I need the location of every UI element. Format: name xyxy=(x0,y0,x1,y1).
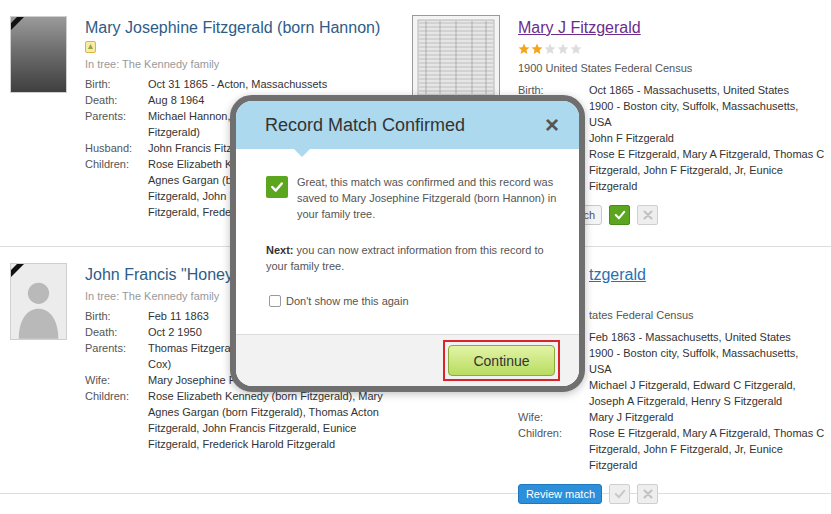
field-value: Thomas FitzgeraldCox) xyxy=(148,340,239,372)
field-value: Rose E Fitzgerald, Mary A Fitzgerald, Th… xyxy=(589,425,824,473)
dont-show-checkbox[interactable] xyxy=(269,295,281,307)
reject-match-button[interactable] xyxy=(637,205,658,225)
reject-match-button[interactable] xyxy=(637,484,658,504)
field-value: Oct 1865 - Massachusetts, United States xyxy=(589,82,789,98)
field-label: Wife: xyxy=(85,372,148,388)
field-value: Mary J Fitzgerald xyxy=(589,409,673,425)
profile-field: Birth:Oct 31 1865 - Acton, Massachussets xyxy=(85,76,327,92)
record-source: tates Federal Census xyxy=(589,307,694,323)
field-label: Children: xyxy=(85,388,148,404)
star-icon xyxy=(544,43,556,55)
field-label: Birth: xyxy=(85,76,148,92)
profile-name[interactable]: Mary Josephine Fitzgerald (born Hannon) xyxy=(85,18,380,38)
field-value: Oct 31 1865 - Acton, Massachussets xyxy=(148,76,327,92)
field-value: 1900 - Boston city, Suffolk, Massachuset… xyxy=(589,98,798,130)
field-value: Aug 8 1964 xyxy=(148,92,204,108)
deceased-ribbon-icon xyxy=(11,264,29,282)
success-check-icon xyxy=(266,176,288,198)
field-value: Rose Elizabeth KeAgnes Gargan (borFitzge… xyxy=(148,156,242,220)
star-icon xyxy=(557,43,569,55)
field-label: Parents: xyxy=(85,340,148,356)
tree-name: In tree: The Kennedy family xyxy=(85,56,219,72)
profile-field: Children:Rose Elizabeth Kennedy (born Fi… xyxy=(85,388,383,452)
field-value: Oct 2 1950 xyxy=(148,324,202,340)
profile-name[interactable]: John Francis "Honey xyxy=(85,265,233,285)
match-actions: Review match xyxy=(518,484,658,504)
dialog-title: Record Match Confirmed xyxy=(265,115,465,136)
check-icon xyxy=(613,208,627,222)
continue-button[interactable]: Continue xyxy=(448,345,555,376)
dialog-message: Great, this match was confirmed and this… xyxy=(297,174,561,222)
field-label: Children: xyxy=(85,156,148,172)
record-title-link[interactable]: tzgerald xyxy=(589,265,646,285)
review-match-button[interactable]: Review match xyxy=(518,484,602,504)
dialog-footer: Continue xyxy=(236,334,579,386)
field-value: Mary Josephine F xyxy=(148,372,235,388)
dont-show-option[interactable]: Don't show me this again xyxy=(269,294,561,308)
close-button[interactable]: × xyxy=(541,113,563,137)
field-value: Rose Elizabeth Kennedy (born Fitzgerald)… xyxy=(148,388,383,452)
field-label: Husband: xyxy=(85,140,148,156)
record-matches-page: Mary Josephine Fitzgerald (born Hannon) I… xyxy=(0,0,831,514)
field-value: Feb 1863 - Massachusetts, United States xyxy=(589,329,791,345)
record-title-link[interactable]: Mary J Fitzgerald xyxy=(518,18,641,38)
field-value: Rose E Fitzgerald, Mary A Fitzgerald, Th… xyxy=(589,146,824,194)
profile-photo xyxy=(10,16,67,93)
field-value: Feb 11 1863 xyxy=(148,308,209,324)
tree-name: In tree: The Kennedy family xyxy=(85,288,219,304)
continue-highlight: Continue xyxy=(443,340,560,381)
match-confirmed-dialog: Record Match Confirmed × Great, this match… xyxy=(230,95,585,392)
field-value: John Francis Fitz xyxy=(148,140,232,156)
field-label: Death: xyxy=(85,92,148,108)
dialog-body: Great, this match was confirmed and this… xyxy=(236,149,579,334)
star-icon xyxy=(518,43,530,55)
next-hint: Next: you can now extract information fr… xyxy=(266,242,561,274)
census-document-icon[interactable] xyxy=(412,15,500,100)
silhouette-icon xyxy=(11,264,66,339)
field-value: 1900 - Boston city, Suffolk, Massachuset… xyxy=(589,345,798,377)
field-value: John F Fitzgerald xyxy=(589,130,674,146)
record-source: 1900 United States Federal Census xyxy=(518,60,692,76)
star-icon xyxy=(531,43,543,55)
field-label: Death: xyxy=(85,324,148,340)
field-label: Parents: xyxy=(85,108,148,124)
dialog-header: Record Match Confirmed × xyxy=(236,101,579,149)
check-icon xyxy=(613,487,627,501)
record-hint-icon[interactable] xyxy=(85,41,96,53)
star-rating xyxy=(518,42,582,56)
confirm-match-button[interactable] xyxy=(609,205,630,225)
x-icon xyxy=(641,208,655,222)
confirm-match-button[interactable] xyxy=(609,484,630,504)
field-value: Michael J Fitzgerald, Edward C Fitzgeral… xyxy=(589,377,796,409)
field-value: Michael Hannon, MFitzgerald) xyxy=(148,108,243,140)
record-field: Children:Rose E Fitzgerald, Mary A Fitzg… xyxy=(518,425,824,473)
record-field: Wife:Mary J Fitzgerald xyxy=(518,409,824,425)
star-icon xyxy=(570,43,582,55)
deceased-ribbon-icon xyxy=(11,17,29,35)
profile-photo xyxy=(10,263,67,340)
field-label: Birth: xyxy=(85,308,148,324)
x-icon xyxy=(641,487,655,501)
field-label: Wife: xyxy=(518,409,589,425)
field-label: Children: xyxy=(518,425,589,441)
